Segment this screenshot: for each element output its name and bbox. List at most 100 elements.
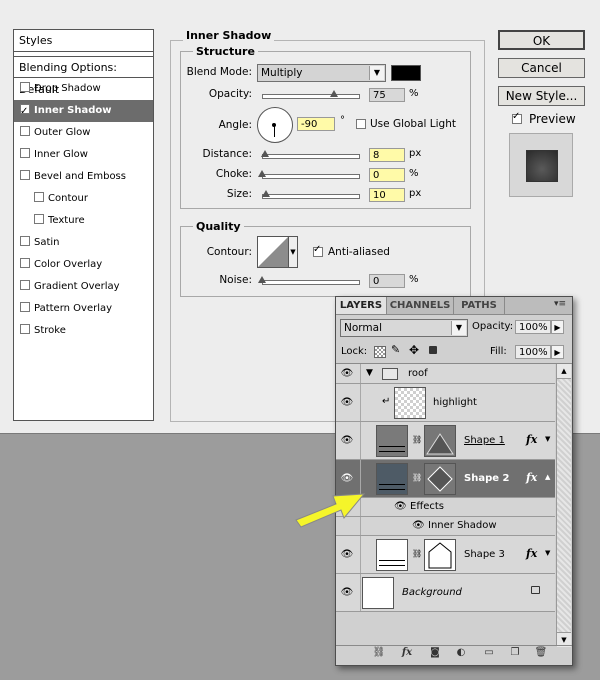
eye-icon[interactable]: 👁	[339, 549, 355, 561]
style-checkbox[interactable]	[20, 126, 30, 136]
panel-menu-icon[interactable]: ▾≡	[554, 299, 566, 309]
angle-dial[interactable]	[257, 107, 293, 143]
choke-slider[interactable]	[262, 174, 360, 179]
link-layers-icon[interactable]: ⛓	[372, 647, 386, 659]
opacity-slider-thumb[interactable]	[330, 90, 338, 97]
layer-fill-thumbnail[interactable]	[376, 425, 408, 457]
style-item-contour[interactable]: Contour	[14, 188, 153, 210]
fx-icon[interactable]: fx	[526, 547, 537, 560]
style-checkbox[interactable]	[20, 324, 30, 334]
style-item-outer-glow[interactable]: Outer Glow	[14, 122, 153, 144]
effects-toggle-icon[interactable]: ▼	[545, 549, 550, 557]
add-mask-icon[interactable]: ◙	[428, 647, 442, 659]
shadow-color-swatch[interactable]	[391, 65, 421, 81]
preview-checkbox[interactable]	[512, 111, 526, 126]
style-item-pattern-overlay[interactable]: Pattern Overlay	[14, 298, 153, 320]
eye-icon[interactable]: 👁	[412, 520, 425, 531]
link-icon[interactable]: ⛓	[412, 549, 422, 558]
layer-fill-thumbnail[interactable]	[376, 463, 408, 495]
effects-toggle-icon[interactable]: ▲	[545, 473, 550, 481]
fill-input[interactable]: 100%	[515, 345, 551, 359]
angle-input[interactable]: -90	[297, 117, 335, 131]
tab-layers[interactable]: LAYERS	[336, 297, 387, 314]
link-icon[interactable]: ⛓	[412, 473, 422, 482]
style-item-stroke[interactable]: Stroke	[14, 320, 153, 342]
fx-icon[interactable]: fx	[526, 433, 537, 446]
tab-channels[interactable]: CHANNELS	[387, 297, 454, 314]
layer-row[interactable]: 👁 ↵ highlight	[336, 384, 555, 422]
layer-opacity-arrow-icon[interactable]: ▶	[551, 320, 564, 334]
style-checkbox[interactable]	[20, 258, 30, 268]
new-style-button[interactable]: New Style...	[498, 86, 585, 106]
style-item-satin[interactable]: Satin	[14, 232, 153, 254]
effects-toggle-icon[interactable]: ▼	[545, 435, 550, 443]
layer-row[interactable]: 👁 ⛓ fx ▼ Shape 3	[336, 536, 555, 574]
fx-icon[interactable]: fx	[526, 471, 537, 484]
fill-arrow-icon[interactable]: ▶	[551, 345, 564, 359]
new-group-icon[interactable]: ▭	[482, 647, 496, 659]
tab-paths[interactable]: PATHS	[454, 297, 505, 314]
distance-slider-thumb[interactable]	[260, 150, 269, 157]
blending-options-item[interactable]: Blending Options: Default	[14, 56, 153, 96]
layer-blend-mode-select[interactable]: Normal ▼	[340, 319, 468, 337]
layer-fill-thumbnail[interactable]	[376, 539, 408, 571]
contour-picker[interactable]	[257, 236, 289, 268]
style-checkbox[interactable]	[20, 236, 30, 246]
choke-slider-thumb[interactable]	[258, 170, 266, 177]
style-item-drop-shadow[interactable]: Drop Shadow	[14, 78, 153, 100]
eye-icon[interactable]: 👁	[394, 501, 407, 512]
eye-icon[interactable]: 👁	[339, 368, 355, 380]
style-checkbox[interactable]	[20, 170, 30, 180]
eye-icon[interactable]: 👁	[339, 587, 355, 599]
lock-all-icon[interactable]	[429, 346, 437, 354]
vector-mask-thumbnail[interactable]	[424, 425, 456, 457]
vector-mask-thumbnail[interactable]	[424, 539, 456, 571]
adjustment-layer-icon[interactable]: ◐	[454, 647, 468, 659]
opacity-input[interactable]: 75	[369, 88, 405, 102]
layer-row[interactable]: 👁 Background	[336, 574, 555, 612]
use-global-light-checkbox[interactable]	[356, 118, 370, 131]
blend-mode-select[interactable]: Multiply ▼	[257, 64, 386, 82]
eye-icon[interactable]: 👁	[339, 473, 355, 485]
choke-input[interactable]: 0	[369, 168, 405, 182]
style-item-bevel-and-emboss[interactable]: Bevel and Emboss	[14, 166, 153, 188]
lock-move-icon[interactable]: ✥	[409, 343, 419, 357]
style-item-inner-shadow[interactable]: Inner Shadow	[14, 100, 153, 123]
contour-dropdown-chevron-icon[interactable]: ▼	[289, 236, 298, 268]
noise-slider[interactable]	[262, 280, 360, 285]
eye-icon[interactable]: 👁	[339, 435, 355, 447]
style-checkbox[interactable]	[20, 148, 30, 158]
eye-icon[interactable]: 👁	[339, 397, 355, 409]
ok-button[interactable]: OK	[498, 30, 585, 50]
new-layer-icon[interactable]: ❐	[508, 647, 522, 659]
scroll-up-icon[interactable]: ▲	[557, 364, 571, 379]
style-checkbox[interactable]	[20, 302, 30, 312]
layers-scrollbar[interactable]: ▲ ▼	[556, 364, 571, 647]
noise-slider-thumb[interactable]	[258, 276, 266, 283]
distance-input[interactable]: 8	[369, 148, 405, 162]
expand-triangle-icon[interactable]: ▼	[366, 368, 373, 378]
opacity-slider[interactable]	[262, 94, 360, 99]
style-item-inner-glow[interactable]: Inner Glow	[14, 144, 153, 166]
lock-brush-icon[interactable]: ✎	[391, 343, 400, 356]
style-checkbox[interactable]	[34, 192, 44, 202]
size-input[interactable]: 10	[369, 188, 405, 202]
anti-aliased-checkbox[interactable]	[313, 244, 327, 259]
link-icon[interactable]: ⛓	[412, 435, 422, 444]
delete-layer-icon[interactable]: 🗑	[534, 647, 548, 659]
layer-row[interactable]: 👁 ⛓ fx ▼ Shape 1	[336, 422, 555, 460]
size-slider[interactable]	[262, 194, 360, 199]
layer-row[interactable]: 👁 ▼ roof	[336, 364, 555, 384]
distance-slider[interactable]	[262, 154, 360, 159]
style-checkbox[interactable]	[20, 82, 30, 92]
add-layer-style-icon[interactable]: fx	[400, 647, 414, 659]
lock-transparency-icon[interactable]	[374, 346, 386, 358]
style-item-texture[interactable]: Texture	[14, 210, 153, 232]
style-item-gradient-overlay[interactable]: Gradient Overlay	[14, 276, 153, 298]
style-item-color-overlay[interactable]: Color Overlay	[14, 254, 153, 276]
cancel-button[interactable]: Cancel	[498, 58, 585, 78]
layer-opacity-input[interactable]: 100%	[515, 320, 551, 334]
style-checkbox[interactable]	[34, 214, 44, 224]
style-checkbox[interactable]	[20, 101, 30, 123]
vector-mask-thumbnail[interactable]	[424, 463, 456, 495]
